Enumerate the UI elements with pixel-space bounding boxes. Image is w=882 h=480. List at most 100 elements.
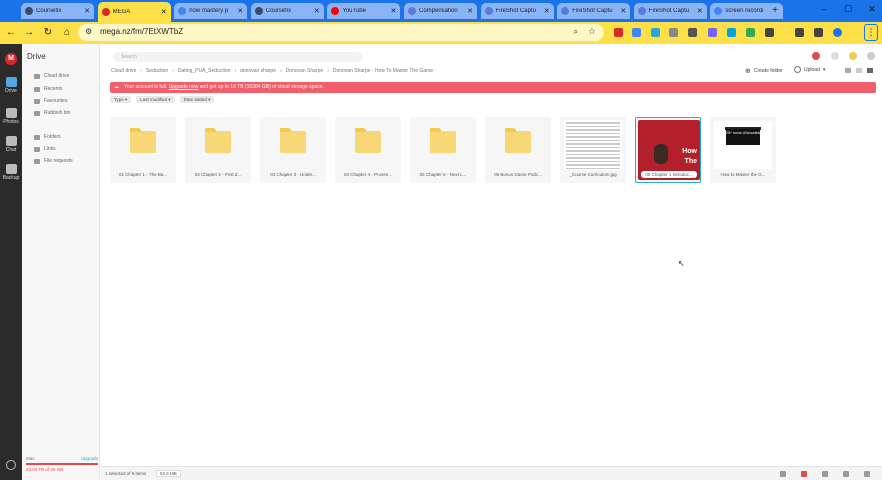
close-tab-icon[interactable]: ✕: [467, 7, 473, 15]
rail-item-chat[interactable]: Chat: [0, 136, 22, 153]
bookmark-star-icon[interactable]: ☆: [588, 26, 596, 37]
side-panel-icon[interactable]: [814, 28, 823, 37]
new-tab-button[interactable]: +: [769, 5, 781, 17]
breadcrumb-item[interactable]: Seduction: [146, 68, 168, 74]
extensions-icon[interactable]: [765, 28, 774, 37]
breadcrumb-item[interactable]: Dating_PUA_Seduction: [178, 68, 231, 74]
filter-chip[interactable]: Last modified ▾: [136, 96, 175, 103]
sidebar-item[interactable]: File requests: [34, 158, 73, 164]
profile-avatar[interactable]: [833, 28, 842, 37]
file-card[interactable]: 04 Chapter 4 - Proven...: [335, 117, 401, 183]
download-icon[interactable]: [795, 28, 804, 37]
zoom-icon[interactable]: ⌕: [574, 27, 578, 37]
close-tab-icon[interactable]: ✕: [544, 7, 550, 15]
more-actions-icon[interactable]: [864, 471, 870, 477]
close-tab-icon[interactable]: ✕: [161, 8, 167, 16]
chevron-down-icon: ▾: [125, 97, 128, 102]
search-input[interactable]: Search: [113, 52, 363, 62]
extension-pen-icon[interactable]: [727, 28, 736, 37]
file-card[interactable]: 06 Bonus Game Podc...: [485, 117, 551, 183]
delete-icon[interactable]: [843, 471, 849, 477]
close-tab-icon[interactable]: ✕: [620, 7, 626, 15]
file-card[interactable]: 02 Chapter 2 - First d...: [185, 117, 251, 183]
achievements-icon[interactable]: [849, 52, 857, 60]
notifications-icon[interactable]: [812, 52, 820, 60]
filter-chip[interactable]: Date added ▾: [179, 96, 215, 103]
rail-item-backup[interactable]: Backup: [0, 164, 22, 181]
upgrade-link[interactable]: Upgrade: [81, 456, 98, 461]
extension-purple-icon[interactable]: [708, 28, 717, 37]
sidebar-item-label: Recents: [44, 86, 63, 92]
close-window-button[interactable]: ✕: [866, 4, 878, 15]
site-info-icon[interactable]: ⚙: [85, 27, 92, 36]
back-icon[interactable]: ←: [5, 27, 17, 39]
extension-s2-icon[interactable]: [651, 28, 660, 37]
sidebar-item[interactable]: Recents: [34, 86, 62, 92]
sidebar-item[interactable]: Folders: [34, 134, 61, 140]
extension-green-icon[interactable]: [746, 28, 755, 37]
grid-view-icon[interactable]: [867, 68, 873, 73]
share-icon[interactable]: [801, 471, 807, 477]
breadcrumb-separator: ›: [140, 68, 142, 74]
sidebar-item[interactable]: Links: [34, 146, 56, 152]
settings-icon[interactable]: [6, 460, 16, 470]
storage-usage-text: 23.04 TB of 20 GB: [26, 467, 64, 472]
file-card[interactable]: How The 00 Chapter 1 Introduc...: [635, 117, 701, 183]
browser-tab[interactable]: Compensation ✕: [404, 3, 477, 19]
maximize-button[interactable]: ☐: [842, 4, 854, 15]
sidebar-item[interactable]: Favourites: [34, 98, 67, 104]
browser-menu-icon[interactable]: ⋮: [864, 24, 878, 41]
file-card[interactable]: 25+ hours of knowledge How to Master the …: [710, 117, 776, 183]
browser-tab[interactable]: FireShot Captu ✕: [633, 3, 707, 19]
sidebar-item[interactable]: Rubbish bin: [34, 110, 70, 116]
browser-tab[interactable]: Coursefix ✕: [250, 3, 324, 19]
file-card[interactable]: 01 Chapter 1 - The Ba...: [110, 117, 176, 183]
sidebar-item[interactable]: Cloud drive: [34, 73, 69, 79]
file-card[interactable]: 03 Chapter 3 - Under...: [260, 117, 326, 183]
list-view-icon[interactable]: [856, 68, 862, 73]
reload-icon[interactable]: ↻: [42, 27, 54, 39]
browser-tab[interactable]: Coursefix ✕: [21, 3, 94, 19]
mega-extension-icon[interactable]: [614, 28, 623, 37]
file-card[interactable]: _Course Curriculum.jpg: [560, 117, 626, 183]
upload-button[interactable]: Upload ▾: [794, 66, 825, 73]
backup-icon: [5, 164, 17, 174]
upgrade-now-link[interactable]: Upgrade now: [169, 84, 199, 90]
home-icon[interactable]: ⌂: [61, 27, 73, 39]
browser-tab[interactable]: FireShot Captu ✕: [557, 3, 631, 19]
breadcrumb-item[interactable]: Donovan Sharpe: [286, 68, 324, 74]
filter-chip[interactable]: Type ▾: [110, 96, 132, 103]
link-icon[interactable]: [822, 471, 828, 477]
bell-icon[interactable]: [831, 52, 839, 60]
rail-item-photos[interactable]: Photos: [0, 108, 22, 125]
close-tab-icon[interactable]: ✕: [314, 7, 320, 15]
extension-icon[interactable]: [669, 28, 678, 37]
breadcrumb-separator: ›: [327, 68, 329, 74]
breadcrumb-item[interactable]: Donovan Sharpe - How To Master The Game: [333, 68, 433, 74]
address-bar[interactable]: ⚙ mega.nz/fm/7EtXWTbZ ⌕ ☆: [78, 24, 604, 41]
browser-tab[interactable]: YouTube ✕: [327, 3, 401, 19]
create-folder-button[interactable]: ⊕ Create folder: [745, 67, 783, 75]
extension-puzzle-icon[interactable]: [688, 28, 697, 37]
breadcrumb-item[interactable]: Cloud drive: [111, 68, 136, 74]
download-selected-icon[interactable]: [780, 471, 786, 477]
extension-s-icon[interactable]: [632, 28, 641, 37]
close-tab-icon[interactable]: ✕: [391, 7, 397, 15]
close-tab-icon[interactable]: ✕: [84, 7, 90, 15]
minimize-button[interactable]: –: [818, 4, 830, 14]
mega-app: M Drive Photos Chat Backup Drive Cloud driv…: [0, 44, 882, 480]
rail-item-drive[interactable]: Drive: [0, 77, 22, 94]
browser-tab[interactable]: how mastery p ✕: [174, 3, 248, 19]
browser-tab[interactable]: MEGA ✕: [97, 2, 171, 22]
sidebar-item-icon: [34, 73, 40, 79]
mega-logo[interactable]: M: [5, 53, 17, 65]
browser-tab[interactable]: FireShot Captu ✕: [480, 3, 554, 19]
info-icon[interactable]: [845, 68, 851, 73]
breadcrumb-item[interactable]: donovan sharpe: [240, 68, 276, 74]
close-tab-icon[interactable]: ✕: [697, 7, 703, 15]
close-tab-icon[interactable]: ✕: [237, 7, 243, 15]
forward-icon[interactable]: →: [23, 27, 35, 39]
filter-bar: Type ▾ Last modified ▾ Date added ▾: [110, 96, 215, 103]
account-avatar[interactable]: [867, 52, 875, 60]
file-card[interactable]: 05 Chapter 5 - Next L...: [410, 117, 476, 183]
